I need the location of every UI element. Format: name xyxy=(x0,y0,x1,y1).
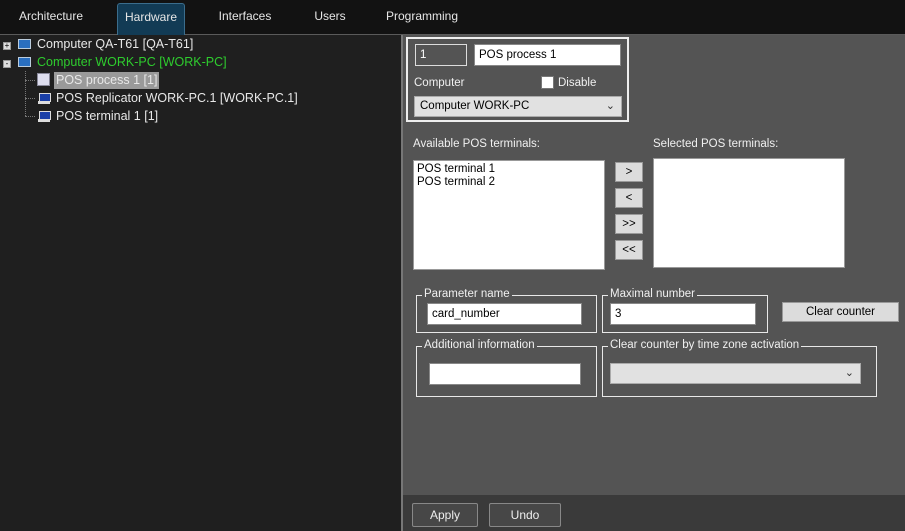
pos-terminal-icon xyxy=(38,111,51,122)
expand-icon[interactable]: + xyxy=(3,42,11,50)
list-item[interactable]: POS terminal 1 xyxy=(417,163,601,176)
apply-button[interactable]: Apply xyxy=(412,503,478,527)
tab-programming[interactable]: Programming xyxy=(382,3,462,35)
parameter-name-label: Parameter name xyxy=(422,288,512,300)
computer-select[interactable]: Computer WORK-PC ⌄ xyxy=(414,96,622,117)
process-group: 1 POS process 1 Computer Disable Compute… xyxy=(406,37,629,122)
selected-terminals-label: Selected POS terminals: xyxy=(653,138,779,150)
computer-select-value: Computer WORK-PC xyxy=(420,100,530,112)
remove-button[interactable]: < xyxy=(615,188,643,208)
clear-by-time-zone-group: Clear counter by time zone activation ⌄ xyxy=(602,339,877,397)
tab-bar: Architecture Hardware Interfaces Users P… xyxy=(0,0,905,35)
tree-line xyxy=(25,98,35,99)
computer-icon xyxy=(18,57,31,67)
chevron-down-icon: ⌄ xyxy=(844,367,854,379)
add-button[interactable]: > xyxy=(615,162,643,182)
selected-terminals-list[interactable] xyxy=(653,158,845,268)
parameter-name-group: Parameter name card_number xyxy=(416,288,597,333)
computer-icon xyxy=(18,39,31,49)
available-terminals-list[interactable]: POS terminal 1 POS terminal 2 xyxy=(413,160,605,270)
pos-process-icon xyxy=(37,73,50,86)
chevron-down-icon: ⌄ xyxy=(605,100,615,112)
undo-button[interactable]: Undo xyxy=(489,503,561,527)
tree-line xyxy=(25,80,35,81)
tree-line xyxy=(25,116,35,117)
clear-by-time-zone-label: Clear counter by time zone activation xyxy=(608,339,802,351)
tab-architecture[interactable]: Architecture xyxy=(10,3,92,35)
disable-label: Disable xyxy=(558,77,597,89)
add-all-button[interactable]: >> xyxy=(615,214,643,234)
tab-users[interactable]: Users xyxy=(305,3,355,35)
additional-information-group: Additional information xyxy=(416,339,597,397)
tree-node-computer-qa-t61[interactable]: Computer QA-T61 [QA-T61] xyxy=(37,36,193,53)
remove-all-button[interactable]: << xyxy=(615,240,643,260)
additional-information-label: Additional information xyxy=(422,339,537,351)
tab-hardware[interactable]: Hardware xyxy=(117,3,185,35)
hardware-tree: + Computer QA-T61 [QA-T61] - Computer WO… xyxy=(0,36,400,531)
tree-node-pos-process[interactable]: POS process 1 [1] xyxy=(54,72,160,89)
pos-replicator-icon xyxy=(38,93,51,104)
time-zone-select[interactable]: ⌄ xyxy=(610,363,861,384)
id-field[interactable]: 1 xyxy=(415,44,467,66)
additional-information-field[interactable] xyxy=(429,363,581,385)
list-item[interactable]: POS terminal 2 xyxy=(417,176,601,189)
available-terminals-label: Available POS terminals: xyxy=(413,138,540,150)
parameter-name-field[interactable]: card_number xyxy=(427,303,582,325)
tab-interfaces[interactable]: Interfaces xyxy=(210,3,280,35)
name-field[interactable]: POS process 1 xyxy=(474,44,621,66)
tree-line xyxy=(25,71,26,116)
computer-label: Computer xyxy=(414,77,465,89)
settings-panel: 1 POS process 1 Computer Disable Compute… xyxy=(401,35,905,495)
maximal-number-field[interactable]: 3 xyxy=(610,303,756,325)
tree-node-pos-terminal[interactable]: POS terminal 1 [1] xyxy=(56,108,158,125)
footer-bar: Apply Undo xyxy=(401,495,905,531)
maximal-number-group: Maximal number 3 xyxy=(602,288,768,333)
maximal-number-label: Maximal number xyxy=(608,288,697,300)
tree-node-computer-work-pc[interactable]: Computer WORK-PC [WORK-PC] xyxy=(37,54,227,71)
tree-node-pos-replicator[interactable]: POS Replicator WORK-PC.1 [WORK-PC.1] xyxy=(56,90,298,107)
collapse-icon[interactable]: - xyxy=(3,60,11,68)
disable-checkbox[interactable] xyxy=(541,76,554,89)
clear-counter-button[interactable]: Clear counter xyxy=(782,302,899,322)
